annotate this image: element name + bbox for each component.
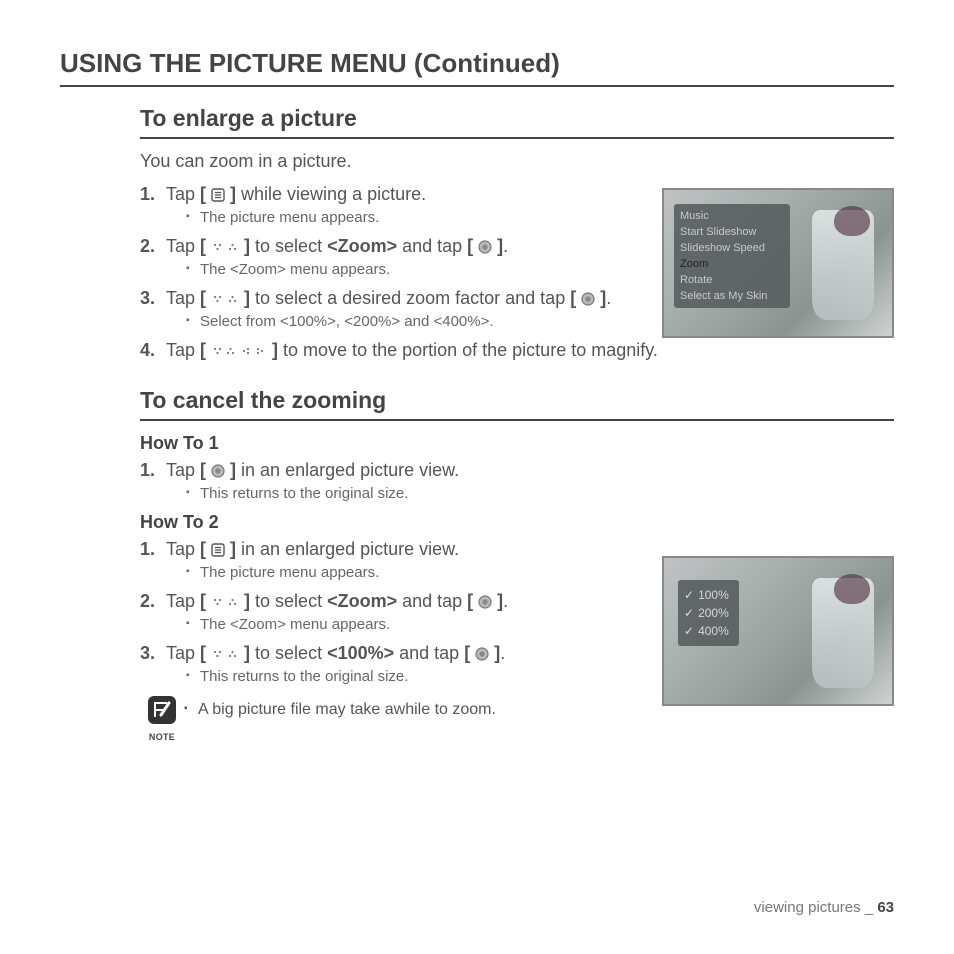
ok-icon <box>475 647 489 661</box>
step-row: 2. Tap [ ] to select <Zoom> and tap [ ]. <box>140 236 644 257</box>
page-footer: viewing pictures _ 63 <box>754 899 894 916</box>
zoom-option: 400% <box>684 622 729 640</box>
step-text: Tap <box>166 288 200 308</box>
step-text: to select a desired zoom factor and tap <box>250 288 570 308</box>
menu-item-selected: Zoom <box>680 256 784 272</box>
menu-icon <box>211 188 225 202</box>
menu-item: Rotate <box>680 272 784 288</box>
four-way-icon <box>211 346 267 358</box>
howto1-label: How To 1 <box>140 433 644 454</box>
menu-icon <box>211 543 225 557</box>
step-number: 1. <box>140 184 166 205</box>
ok-icon <box>581 292 595 306</box>
step-text: Tap <box>166 591 200 611</box>
step-text: Tap <box>166 184 200 204</box>
step-row: 1. Tap [ ] while viewing a picture. <box>140 184 644 205</box>
menu-item: Start Slideshow <box>680 224 784 240</box>
zoom-menu-overlay: 100% 200% 400% <box>678 580 739 646</box>
footer-sep: _ <box>861 899 878 916</box>
step-bold: <Zoom> <box>327 591 397 611</box>
step-text: Tap <box>166 539 200 559</box>
zoom-option: 200% <box>684 604 729 622</box>
ok-icon <box>211 464 225 478</box>
step-number: 4. <box>140 340 166 361</box>
step-text: in an enlarged picture view. <box>236 460 459 480</box>
step-row: 4. Tap [ ] to move to the portion of the… <box>140 340 894 361</box>
intro-text: You can zoom in a picture. <box>140 151 894 172</box>
step-row: 3. Tap [ ] to select <100%> and tap [ ]. <box>140 643 644 664</box>
step-text: . <box>503 591 508 611</box>
step-text: . <box>606 288 611 308</box>
up-down-icon <box>211 649 239 661</box>
step-text: to select <box>250 236 327 256</box>
step-text: and tap <box>394 643 464 663</box>
zoom-menu-screenshot: 100% 200% 400% <box>662 556 894 706</box>
menu-item: Slideshow Speed <box>680 240 784 256</box>
step-bold: <100%> <box>327 643 394 663</box>
step-text: Tap <box>166 643 200 663</box>
step-text: and tap <box>397 591 467 611</box>
menu-item: Select as My Skin <box>680 288 784 304</box>
step-bullet: The <Zoom> menu appears. <box>186 616 644 633</box>
step-bullet: The <Zoom> menu appears. <box>186 261 644 278</box>
step-text: in an enlarged picture view. <box>236 539 459 559</box>
step-number: 1. <box>140 460 166 481</box>
step-row: 2. Tap [ ] to select <Zoom> and tap [ ]. <box>140 591 644 612</box>
note-label: NOTE <box>140 732 184 742</box>
step-bold: <Zoom> <box>327 236 397 256</box>
ok-icon <box>478 595 492 609</box>
note-icon <box>147 695 177 725</box>
section-heading-enlarge: To enlarge a picture <box>140 105 894 139</box>
step-number: 2. <box>140 236 166 257</box>
step-bullet: This returns to the original size. <box>186 485 644 502</box>
step-bullet: The picture menu appears. <box>186 564 644 581</box>
ok-icon <box>478 240 492 254</box>
step-text: to select <box>250 591 327 611</box>
up-down-icon <box>211 242 239 254</box>
section-heading-cancel: To cancel the zooming <box>140 387 894 421</box>
step-number: 2. <box>140 591 166 612</box>
step-row: 3. Tap [ ] to select a desired zoom fact… <box>140 288 644 309</box>
step-text: to move to the portion of the picture to… <box>278 340 658 360</box>
step-bullet: Select from <100%>, <200%> and <400%>. <box>186 313 644 330</box>
page-title: USING THE PICTURE MENU (Continued) <box>60 48 894 87</box>
step-text: . <box>500 643 505 663</box>
step-row: 1. Tap [ ] in an enlarged picture view. <box>140 539 644 560</box>
step-number: 3. <box>140 288 166 309</box>
step-text: to select <box>250 643 327 663</box>
step-number: 3. <box>140 643 166 664</box>
footer-section: viewing pictures <box>754 899 861 916</box>
step-text: and tap <box>397 236 467 256</box>
up-down-icon <box>211 597 239 609</box>
picture-menu-screenshot: Music Start Slideshow Slideshow Speed Zo… <box>662 188 894 338</box>
picture-menu-overlay: Music Start Slideshow Slideshow Speed Zo… <box>674 204 790 308</box>
step-bullet: The picture menu appears. <box>186 209 644 226</box>
howto2-label: How To 2 <box>140 512 644 533</box>
step-text: . <box>503 236 508 256</box>
step-row: 1. Tap [ ] in an enlarged picture view. <box>140 460 644 481</box>
menu-item: Music <box>680 208 784 224</box>
page-number: 63 <box>877 899 894 916</box>
step-number: 1. <box>140 539 166 560</box>
step-text: Tap <box>166 236 200 256</box>
step-text: Tap <box>166 460 200 480</box>
step-bullet: This returns to the original size. <box>186 668 644 685</box>
zoom-option: 100% <box>684 586 729 604</box>
step-text: Tap <box>166 340 200 360</box>
step-text: while viewing a picture. <box>236 184 426 204</box>
up-down-icon <box>211 294 239 306</box>
